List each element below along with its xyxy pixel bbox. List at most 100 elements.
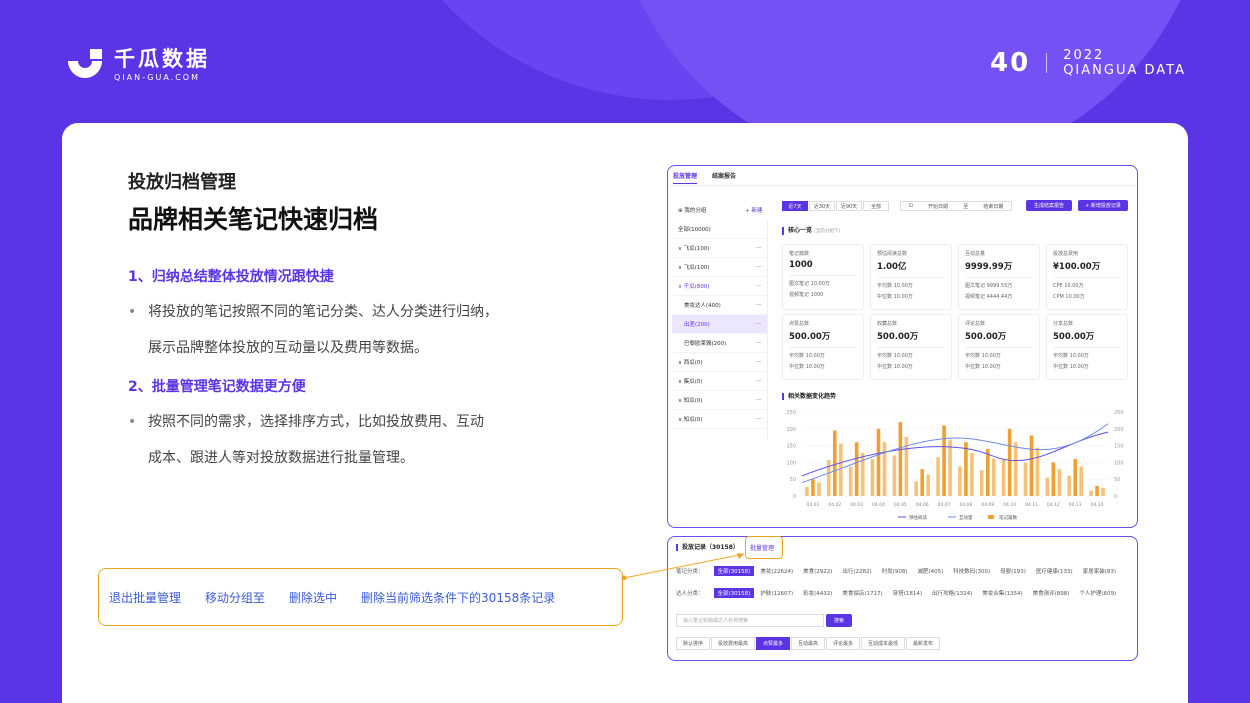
tab-report[interactable]: 结案报告 — [712, 171, 736, 180]
side-item[interactable]: 美妆达人(400) ··· — [672, 296, 767, 315]
x-tick-label: 04.01 — [806, 502, 819, 508]
bar — [942, 425, 946, 496]
legend-label: 互动量 — [959, 514, 973, 521]
filter-all[interactable]: 全部 — [863, 201, 889, 211]
bar — [936, 457, 940, 496]
kol-cat[interactable]: 出行攻略(1324) — [932, 589, 972, 597]
side-item[interactable]: ∨ 知瓜(0) ··· — [672, 410, 767, 429]
note-cat[interactable]: 医疗健康(133) — [1036, 567, 1073, 575]
sort-option[interactable]: 默认排序 — [676, 637, 710, 650]
side-item[interactable]: ∨ 集瓜(0) ··· — [672, 372, 767, 391]
note-cat[interactable]: 减肥(405) — [918, 567, 944, 575]
note-cat[interactable]: 出行(2282) — [842, 567, 871, 575]
kol-cat[interactable]: 个人护理(609) — [1079, 589, 1116, 597]
filter-90d[interactable]: 近90天 — [836, 201, 862, 211]
legend-label: 预估阅读 — [909, 514, 927, 521]
y-tick-label-right: 150 — [1114, 444, 1124, 450]
note-cat[interactable]: 母婴(193) — [1000, 567, 1026, 575]
exit-batch-button[interactable]: 退出批量管理 — [109, 589, 181, 606]
x-tick-label: 04.02 — [828, 502, 841, 508]
bar — [1023, 462, 1028, 496]
kol-cat[interactable]: 美食测评(898) — [1033, 589, 1070, 597]
sort-option[interactable]: 最新发布 — [906, 637, 940, 650]
note-cat[interactable]: 科技数码(300) — [953, 567, 990, 575]
metric-card: 投放总费用 ¥100.00万 CPE 10.00万 CPM 10.00万 — [1046, 244, 1128, 310]
metric-label: 投放总费用 — [1053, 251, 1079, 257]
side-item[interactable]: ∨ 飞瓜(100) ··· — [672, 239, 767, 258]
highlight-box — [745, 536, 783, 559]
x-tick-label: 04.04 — [872, 502, 885, 508]
new-group-button[interactable]: + 新建 — [745, 206, 762, 214]
y-tick-label: 50 — [790, 477, 796, 483]
filter-7d[interactable]: 近7天 — [782, 201, 808, 211]
sort-option[interactable]: 互动成本最低 — [861, 637, 905, 650]
kol-cat[interactable]: 穿搭(1814) — [893, 589, 922, 597]
series-line — [801, 431, 1109, 477]
sort-option[interactable]: 投放费用最高 — [711, 637, 755, 650]
x-tick-label: 04.07 — [938, 502, 951, 508]
add-record-button[interactable]: + 新增投放记录 — [1078, 200, 1128, 211]
y-tick-label-right: 100 — [1114, 460, 1124, 466]
metric-label: 笔记篇数 — [789, 251, 810, 257]
brand-logo: 千瓜数据 QIAN-GUA.COM — [64, 43, 210, 85]
metric-sub: 中位数 10.00万 — [877, 364, 913, 370]
bar — [817, 482, 821, 496]
metric-label: 预估阅读总数 — [877, 251, 908, 257]
delete-selected-button[interactable]: 删除选中 — [289, 589, 337, 606]
bar — [914, 481, 919, 496]
point-heading: 1、归纳总结整体投放情况跟快捷 — [128, 269, 334, 285]
bar — [870, 459, 875, 496]
bar — [1057, 469, 1062, 496]
x-tick-label: 04.10 — [1003, 502, 1016, 508]
metric-card: 预估阅读总数 1.00亿 平均数 10.00万 中位数 10.00万 — [870, 244, 952, 310]
metric-sub: 图文笔记 10.00万 — [789, 281, 830, 287]
kol-cat[interactable]: 护肤(12607) — [760, 589, 793, 597]
x-tick-label: 04.14 — [1091, 502, 1104, 508]
side-item[interactable]: 巴黎欧莱雅(200) ··· — [672, 334, 767, 353]
generate-report-button[interactable]: 生成结案报告 — [1026, 200, 1072, 211]
metric-sub: 视频笔记 4444.44万 — [965, 294, 1013, 300]
tab-placement[interactable]: 投放管理 — [673, 171, 698, 184]
kol-cat[interactable]: 美食探店(1717) — [842, 589, 882, 597]
page-number-block: 40 2022 QIANGUA DATA — [990, 48, 1186, 78]
bar — [1029, 435, 1034, 496]
metric-card: 收藏总数 500.00万 平均数 10.00万 中位数 10.00万 — [870, 314, 952, 380]
bar — [892, 455, 897, 496]
side-item[interactable]: ∨ 西瓜(0) ··· — [672, 353, 767, 372]
search-input[interactable]: 输入笔记标题或达人名称搜索 — [676, 614, 824, 627]
divider — [1046, 53, 1048, 73]
y-tick-label-right: 200 — [1114, 427, 1124, 433]
move-group-button[interactable]: 移动分组至 — [205, 589, 265, 606]
kol-cat[interactable]: 彩妆(4432) — [803, 589, 832, 597]
sort-option[interactable]: 评论最多 — [826, 637, 860, 650]
bar — [1067, 475, 1072, 496]
metric-sub: 图文笔记 9999.55万 — [965, 283, 1013, 289]
side-item[interactable]: ∧ 千瓜(800) ··· — [672, 277, 767, 296]
point-heading: 2、批量管理笔记数据更方便 — [128, 379, 306, 395]
note-cat[interactable]: 美妆(22624) — [760, 567, 793, 575]
bar — [805, 486, 809, 496]
bar — [848, 466, 853, 496]
note-cat[interactable]: 家居家装(83) — [1083, 567, 1116, 575]
metric-card: 互动总量 9999.99万 图文笔记 9999.55万 视频笔记 4444.44万 — [958, 244, 1040, 310]
sort-option-active[interactable]: 点赞最多 — [756, 637, 790, 650]
date-range-input[interactable]: ⊡ 开始日期至结束日期 — [900, 201, 1012, 211]
kol-cat[interactable]: 美妆合集(1354) — [982, 589, 1022, 597]
y-tick-label-right: 50 — [1114, 477, 1120, 483]
side-item[interactable]: ∨ 飞瓜(100) ··· — [672, 258, 767, 277]
side-item[interactable]: ∨ 知瓜(0) ··· — [672, 391, 767, 410]
side-item-all[interactable]: 全部(10000) — [672, 220, 767, 239]
metric-value: 500.00万 — [877, 332, 919, 342]
bar — [948, 439, 952, 496]
delete-filtered-button[interactable]: 删除当前筛选条件下的30158条记录 — [361, 589, 555, 606]
y-tick-label: 150 — [786, 444, 796, 450]
search-button[interactable]: 搜索 — [826, 614, 852, 627]
note-cat[interactable]: 时尚(908) — [882, 567, 908, 575]
sort-option[interactable]: 互动最高 — [791, 637, 825, 650]
bar — [991, 458, 996, 496]
filter-30d[interactable]: 近30天 — [809, 201, 835, 211]
kol-cat-all[interactable]: 全部(30158) — [713, 588, 755, 598]
x-tick-label: 04.06 — [916, 502, 929, 508]
note-cat[interactable]: 美食(2922) — [803, 567, 832, 575]
side-item-selected[interactable]: 出差(200) ··· — [672, 315, 767, 334]
